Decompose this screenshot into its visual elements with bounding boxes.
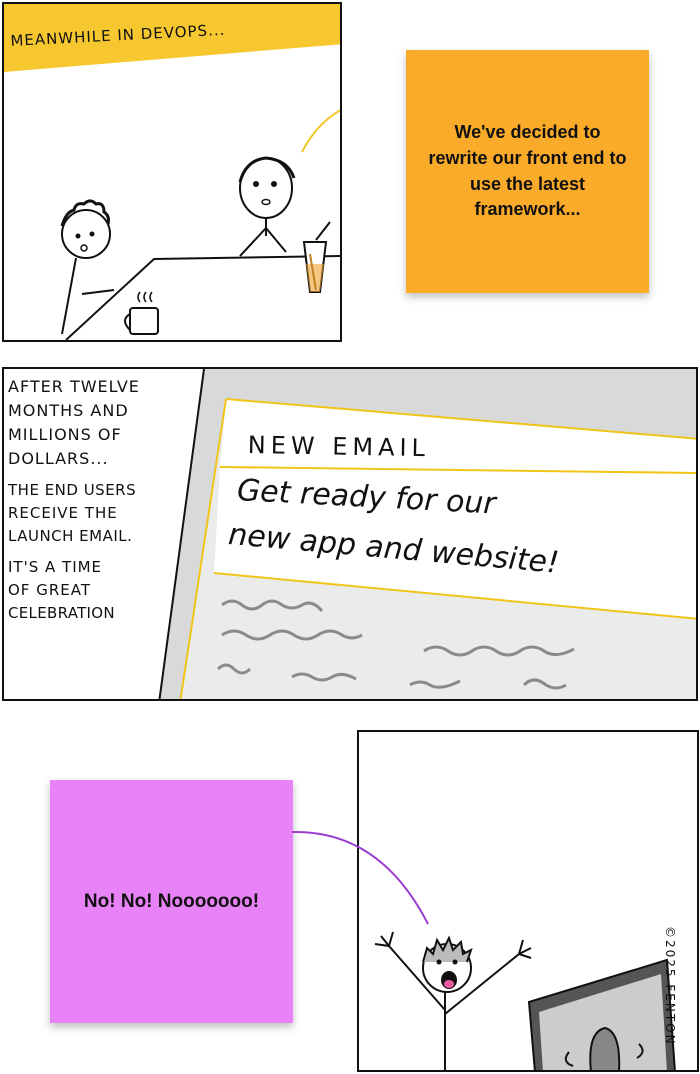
narration-line: IT'S A TIME <box>8 558 103 576</box>
narration-line: LAUNCH EMAIL. <box>8 527 133 545</box>
panel-launch-email: AFTER TWELVE MONTHS AND MILLIONS OF DOLL… <box>2 367 698 701</box>
narration-line: THE END USERS <box>8 481 137 499</box>
panel3-drawing <box>374 931 676 1070</box>
table-edge <box>65 255 340 340</box>
panel-devops-meeting: MEANWHILE IN DEVOPS... <box>2 2 342 342</box>
panel1-drawing <box>4 4 340 340</box>
person-right <box>238 156 296 257</box>
speech-note-pink: No! No! Nooooooo! <box>50 780 293 1023</box>
narration-line: RECEIVE THE <box>8 504 118 522</box>
speech-line <box>301 109 340 153</box>
panel-user-reaction: ©2025 FENTON <box>357 730 699 1072</box>
speech-note-orange: We've decided to rewrite our front end t… <box>406 50 649 293</box>
narration-line: AFTER TWELVE <box>8 377 140 396</box>
laptop <box>527 958 676 1070</box>
narration-box: AFTER TWELVE MONTHS AND MILLIONS OF DOLL… <box>8 375 198 625</box>
person-left <box>60 199 115 335</box>
person-screaming <box>374 931 532 1070</box>
narration-line: DOLLARS... <box>8 449 109 468</box>
narration-line: CELEBRATION <box>8 604 115 622</box>
narration-line: MONTHS AND <box>8 401 129 420</box>
signature: ©2025 FENTON <box>663 926 677 1046</box>
speech-note-text: We've decided to rewrite our front end t… <box>428 122 627 220</box>
email-title: NEW EMAIL <box>247 431 431 463</box>
narration-line: MILLIONS OF <box>8 425 122 444</box>
speech-note-text: No! No! Nooooooo! <box>83 890 260 912</box>
narration-line: OF GREAT <box>8 581 91 599</box>
coffee-mug <box>124 291 159 335</box>
